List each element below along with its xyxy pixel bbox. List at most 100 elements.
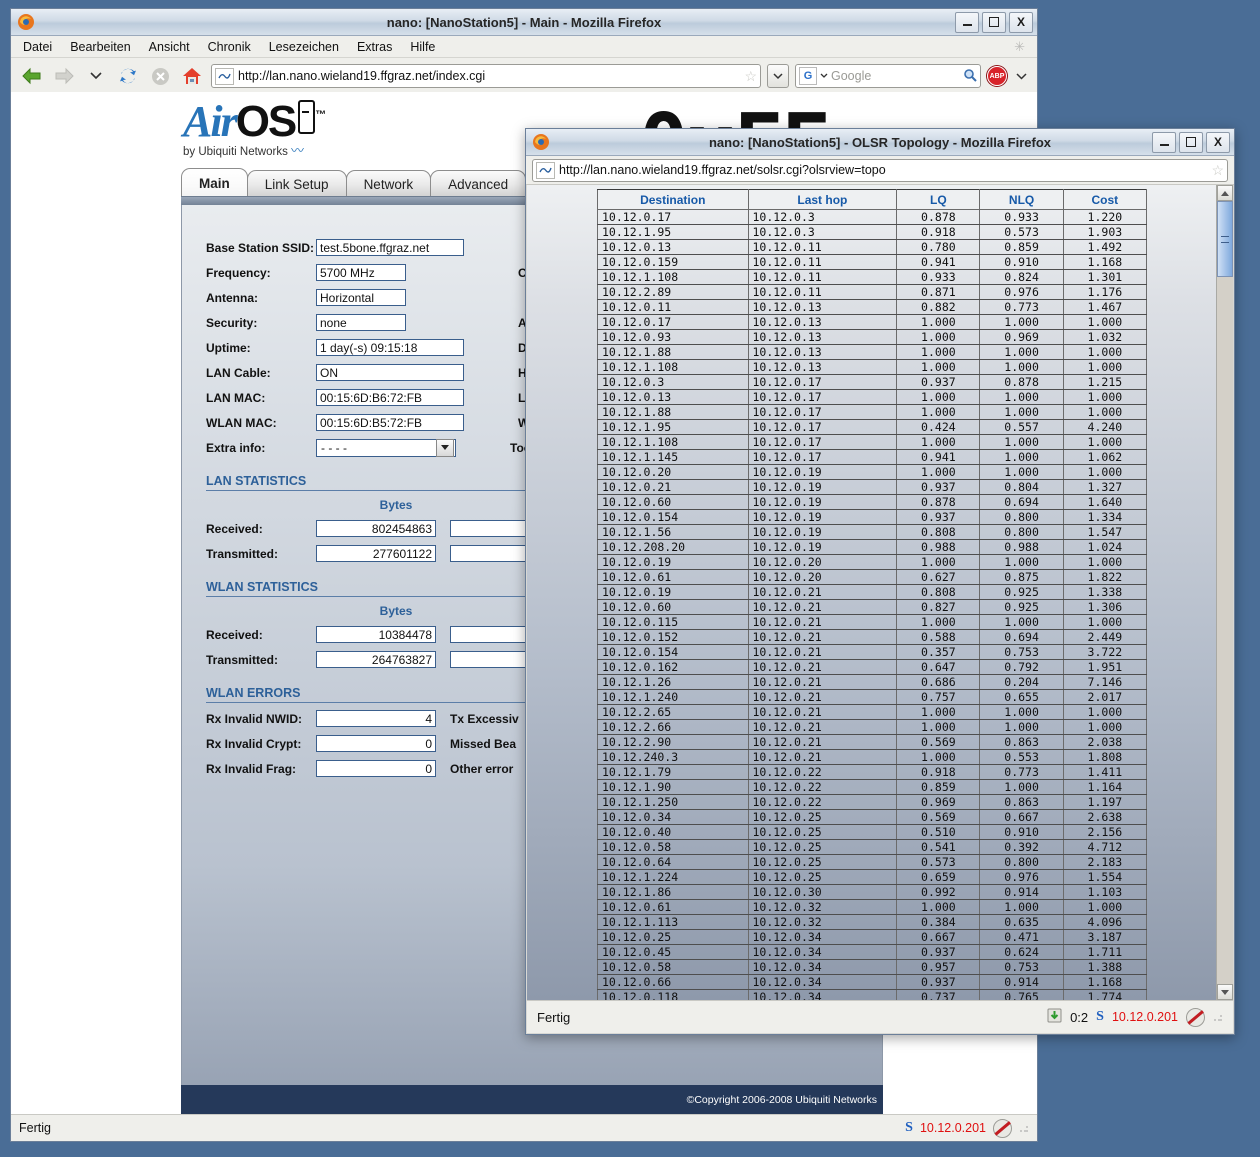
chevron-down-icon[interactable] <box>83 63 109 89</box>
adblock-disabled-icon[interactable] <box>993 1119 1012 1138</box>
resize-grip[interactable] <box>1213 1012 1223 1022</box>
main-window-title: nano: [NanoStation5] - Main - Mozilla Fi… <box>11 15 1037 30</box>
olsr-window-controls[interactable]: X <box>1152 132 1230 153</box>
download-icon[interactable] <box>1047 1008 1062 1026</box>
main-menubar[interactable]: Datei Bearbeiten Ansicht Chronik Lesezei… <box>11 36 1037 58</box>
google-engine-icon[interactable]: G <box>799 67 817 85</box>
resize-grip[interactable] <box>1019 1123 1029 1133</box>
url-text[interactable]: http://lan.nano.wieland19.ffgraz.net/ind… <box>238 69 740 83</box>
url-dropdown-button[interactable] <box>767 64 789 88</box>
menu-hilfe[interactable]: Hilfe <box>410 40 435 54</box>
cell-destination: 10.12.0.115 <box>598 615 749 630</box>
label-lan-received: Received: <box>206 522 316 536</box>
value-wlan-received[interactable]: 10384478 <box>316 626 436 643</box>
value-rx-invalid-nwid[interactable]: 4 <box>316 710 436 727</box>
main-navigation-toolbar[interactable]: http://lan.nano.wieland19.ffgraz.net/ind… <box>11 58 1037 95</box>
close-icon: X <box>1017 16 1025 28</box>
table-row: 10.12.0.1710.12.0.131.0001.0001.000 <box>598 315 1147 330</box>
scrollbar-track[interactable] <box>1217 277 1233 984</box>
table-row: 10.12.1.14510.12.0.170.9411.0001.062 <box>598 450 1147 465</box>
label-rx-invalid-frag: Rx Invalid Frag: <box>206 762 316 776</box>
maximize-button[interactable] <box>1179 132 1203 153</box>
close-button[interactable]: X <box>1206 132 1230 153</box>
column-header-cost[interactable]: Cost <box>1063 190 1146 210</box>
column-header-last-hop[interactable]: Last hop <box>748 190 897 210</box>
statusbar-right-icons[interactable]: S 10.12.0.201 <box>905 1119 1029 1138</box>
bookmark-star-icon[interactable]: ☆ <box>1211 162 1224 179</box>
menu-extras[interactable]: Extras <box>357 40 392 54</box>
adblock-plus-icon[interactable]: ABP <box>987 66 1007 86</box>
table-row: 10.12.1.9510.12.0.170.4240.5574.240 <box>598 420 1147 435</box>
magnifier-icon[interactable] <box>963 68 977 85</box>
value-lan-cable[interactable]: ON <box>316 364 464 381</box>
table-row: 10.12.1.9010.12.0.220.8591.0001.164 <box>598 780 1147 795</box>
search-bar[interactable]: G Google <box>795 64 981 88</box>
value-antenna[interactable]: Horizontal <box>316 289 406 306</box>
cell-cost: 1.000 <box>1063 900 1146 915</box>
scrollbar-thumb[interactable] <box>1217 201 1233 277</box>
cell-nlq: 0.910 <box>980 825 1063 840</box>
olsr-statusbar-right[interactable]: 0:2 S 10.12.0.201 <box>1047 1008 1223 1027</box>
cell-lq: 1.000 <box>897 720 980 735</box>
olsr-url-toolbar[interactable]: http://lan.nano.wieland19.ffgraz.net/sol… <box>526 156 1234 185</box>
back-arrow-icon[interactable] <box>19 63 45 89</box>
value-lan-transmitted[interactable]: 277601122 <box>316 545 436 562</box>
value-security[interactable]: none <box>316 314 406 331</box>
bookmark-star-icon[interactable]: ☆ <box>744 68 757 85</box>
menu-ansicht[interactable]: Ansicht <box>149 40 190 54</box>
tab-main[interactable]: Main <box>181 168 248 198</box>
value-lan-received[interactable]: 802454863 <box>316 520 436 537</box>
chevron-down-icon[interactable] <box>436 439 454 457</box>
adblock-disabled-icon[interactable] <box>1186 1008 1205 1027</box>
toolbar-overflow-chevron-icon[interactable] <box>1013 63 1029 89</box>
minimize-button[interactable] <box>955 12 979 33</box>
column-header-nlq[interactable]: NLQ <box>980 190 1063 210</box>
value-rx-invalid-frag[interactable]: 0 <box>316 760 436 777</box>
reload-icon[interactable] <box>115 63 141 89</box>
column-header-lq[interactable]: LQ <box>897 190 980 210</box>
cell-last-hop: 10.12.0.34 <box>748 930 897 945</box>
olsr-vertical-scrollbar[interactable] <box>1216 185 1233 1000</box>
olsr-topology-window[interactable]: nano: [NanoStation5] - OLSR Topology - M… <box>525 128 1235 1035</box>
main-window-titlebar[interactable]: nano: [NanoStation5] - Main - Mozilla Fi… <box>11 9 1037 36</box>
cell-destination: 10.12.0.162 <box>598 660 749 675</box>
sync-badge-icon[interactable]: S <box>1096 1009 1104 1025</box>
extra-info-select[interactable]: - - - - <box>316 439 456 457</box>
main-window-controls[interactable]: X <box>955 12 1033 33</box>
trademark-symbol: ™ <box>315 109 324 121</box>
url-bar[interactable]: http://lan.nano.wieland19.ffgraz.net/ind… <box>211 64 761 88</box>
value-lan-mac[interactable]: 00:15:6D:B6:72:FB <box>316 389 464 406</box>
tab-advanced[interactable]: Advanced <box>430 170 526 198</box>
value-wlan-mac[interactable]: 00:15:6D:B5:72:FB <box>316 414 464 431</box>
table-row: 10.12.1.10810.12.0.131.0001.0001.000 <box>598 360 1147 375</box>
cell-last-hop: 10.12.0.19 <box>748 495 897 510</box>
menu-lesezeichen[interactable]: Lesezeichen <box>269 40 339 54</box>
cell-destination: 10.12.0.17 <box>598 210 749 225</box>
airos-tabs[interactable]: Main Link Setup Network Advanced <box>181 168 525 198</box>
value-wlan-transmitted[interactable]: 264763827 <box>316 651 436 668</box>
cell-lq: 0.510 <box>897 825 980 840</box>
value-rx-invalid-crypt[interactable]: 0 <box>316 735 436 752</box>
value-frequency[interactable]: 5700 MHz <box>316 264 406 281</box>
menu-chronik[interactable]: Chronik <box>208 40 251 54</box>
tab-link-setup[interactable]: Link Setup <box>247 170 347 198</box>
minimize-button[interactable] <box>1152 132 1176 153</box>
search-input[interactable]: Google <box>831 69 960 83</box>
column-header-destination[interactable]: Destination <box>598 190 749 210</box>
menu-bearbeiten[interactable]: Bearbeiten <box>70 40 130 54</box>
olsr-url-bar[interactable]: http://lan.nano.wieland19.ffgraz.net/sol… <box>532 159 1228 182</box>
scroll-up-button[interactable] <box>1217 185 1233 201</box>
close-icon: X <box>1214 136 1222 148</box>
scroll-down-button[interactable] <box>1217 984 1233 1000</box>
olsr-window-titlebar[interactable]: nano: [NanoStation5] - OLSR Topology - M… <box>526 129 1234 156</box>
tab-network[interactable]: Network <box>346 170 432 198</box>
cell-last-hop: 10.12.0.34 <box>748 960 897 975</box>
value-uptime[interactable]: 1 day(-s) 09:15:18 <box>316 339 464 356</box>
olsr-url-text[interactable]: http://lan.nano.wieland19.ffgraz.net/sol… <box>559 163 1207 177</box>
menu-datei[interactable]: Datei <box>23 40 52 54</box>
value-base-station-ssid[interactable]: test.5bone.ffgraz.net <box>316 239 464 256</box>
maximize-button[interactable] <box>982 12 1006 33</box>
sync-badge-icon[interactable]: S <box>905 1120 913 1136</box>
home-icon[interactable] <box>179 63 205 89</box>
close-button[interactable]: X <box>1009 12 1033 33</box>
